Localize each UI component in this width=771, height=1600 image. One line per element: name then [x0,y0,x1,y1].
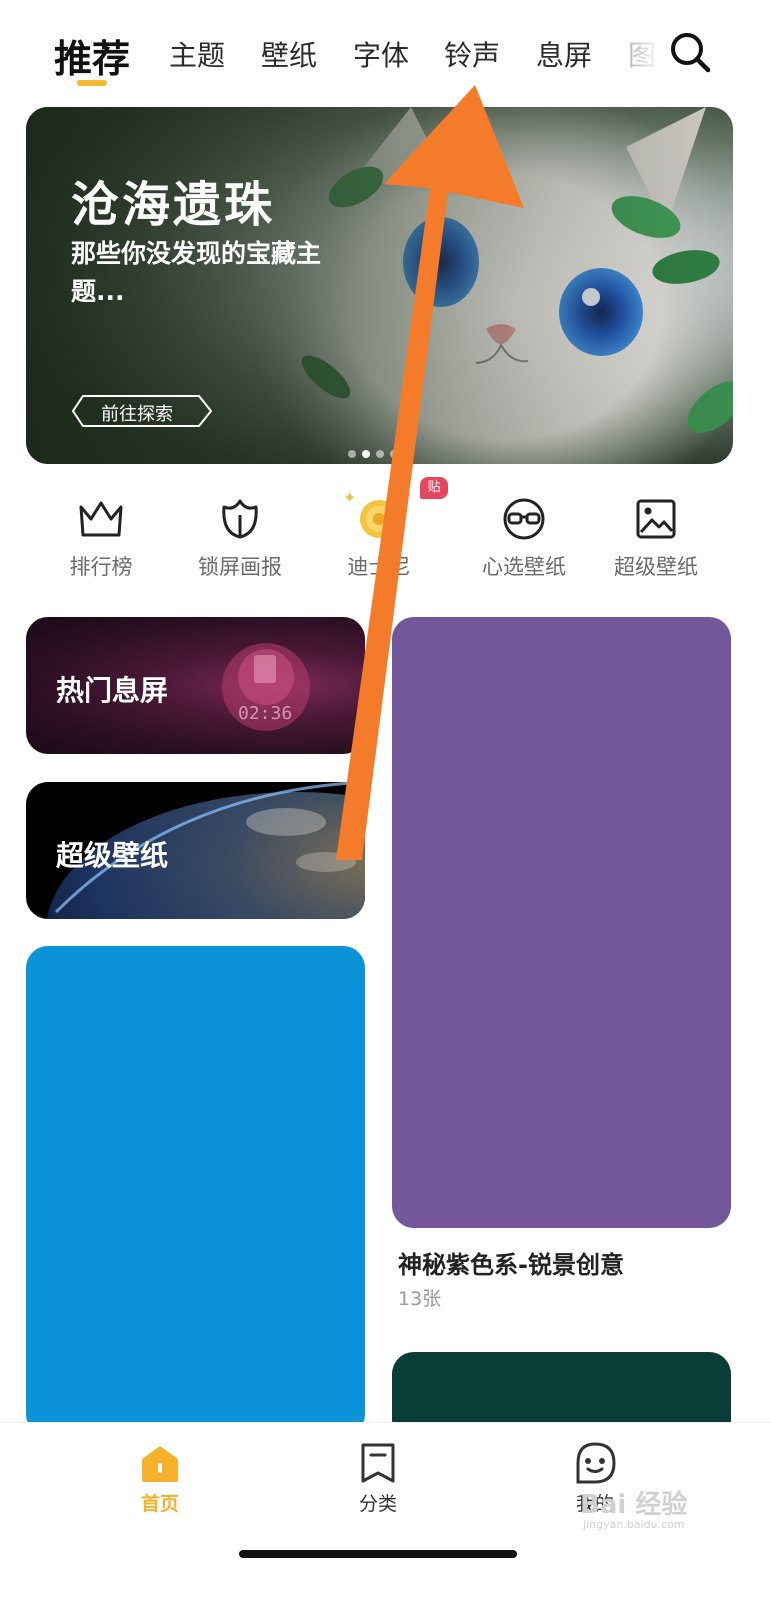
tab-theme[interactable]: 主题 [169,34,225,74]
aod-clock-text: 02:36 [238,703,293,724]
nav-home[interactable]: 首页 [100,1441,220,1516]
baidu-watermark: Bai 经验 [580,1490,688,1520]
home-indicator[interactable] [239,1550,517,1558]
page-dot-active [362,450,370,458]
entry-lockscreen[interactable]: 锁屏画报 [175,497,305,597]
nav-home-label: 首页 [140,1493,179,1515]
page-dot [348,450,356,458]
purple-card-title[interactable]: 神秘紫色系-锐景创意 [398,1245,624,1280]
app-screen: 推荐 主题 壁纸 字体 铃声 息屏 图 [0,0,771,1600]
bookmark-icon [361,1443,395,1483]
picture-icon [636,499,676,539]
tab-font[interactable]: 字体 [353,34,409,74]
entry-ranking[interactable]: 排行榜 [36,497,166,597]
sparkle-icon: ✦ [343,488,357,507]
tulip-icon [222,499,258,539]
crown-icon [79,501,123,537]
search-icon[interactable] [666,28,716,78]
purple-card-count: 13张 [398,1288,442,1310]
card-purple-wallpaper[interactable] [392,617,731,1228]
active-tab-indicator [77,80,107,86]
explore-button-label[interactable]: 前往探索 [101,400,173,426]
entry-label: 排行榜 [69,555,133,579]
coin-icon [360,500,398,538]
banner-title: 沧海遗珠 [71,177,276,233]
glasses-icon [503,498,545,540]
card-super-wallpaper[interactable]: 超级壁纸 [26,782,365,919]
entry-label: 心选壁纸 [482,555,566,579]
card-blue-wallpaper[interactable] [26,946,365,1436]
banner-pagination [348,443,404,462]
entry-disney[interactable]: 迪士尼 [314,497,444,597]
nav-category[interactable]: 分类 [318,1441,438,1516]
card-hot-aod[interactable]: 02:36 热门息屏 [26,617,365,754]
top-tab-bar: 推荐 主题 壁纸 字体 铃声 息屏 图 [0,0,771,100]
page-dot [390,450,398,458]
entry-super-wallpaper[interactable]: 超级壁纸 [591,497,721,597]
entry-label: 迪士尼 [347,555,411,579]
tab-recommend[interactable]: 推荐 [54,28,130,83]
tab-aod[interactable]: 息屏 [536,34,592,74]
banner-subtitle: 那些你没发现的宝藏主题... [71,239,322,306]
entry-selected-wallpaper[interactable]: 心选壁纸 [459,497,589,597]
baidu-watermark-url: jingyan.baidu.com [583,1518,685,1531]
promo-banner[interactable]: 沧海遗珠 那些你没发现的宝藏主题... 前往探索 [26,107,733,464]
page-dot [376,450,384,458]
home-icon [142,1446,178,1482]
tab-wallpaper[interactable]: 壁纸 [261,34,317,74]
card-hot-aod-label: 热门息屏 [56,674,169,707]
tab-fade-mask [630,20,670,90]
nav-category-label: 分类 [358,1493,397,1515]
sticker-badge: 贴 [420,477,448,499]
entry-label: 锁屏画报 [198,555,282,579]
smiley-icon [576,1442,616,1484]
card-super-wallpaper-label: 超级壁纸 [56,839,169,872]
tab-ringtone[interactable]: 铃声 [444,34,500,74]
entry-label: 超级壁纸 [614,555,698,579]
